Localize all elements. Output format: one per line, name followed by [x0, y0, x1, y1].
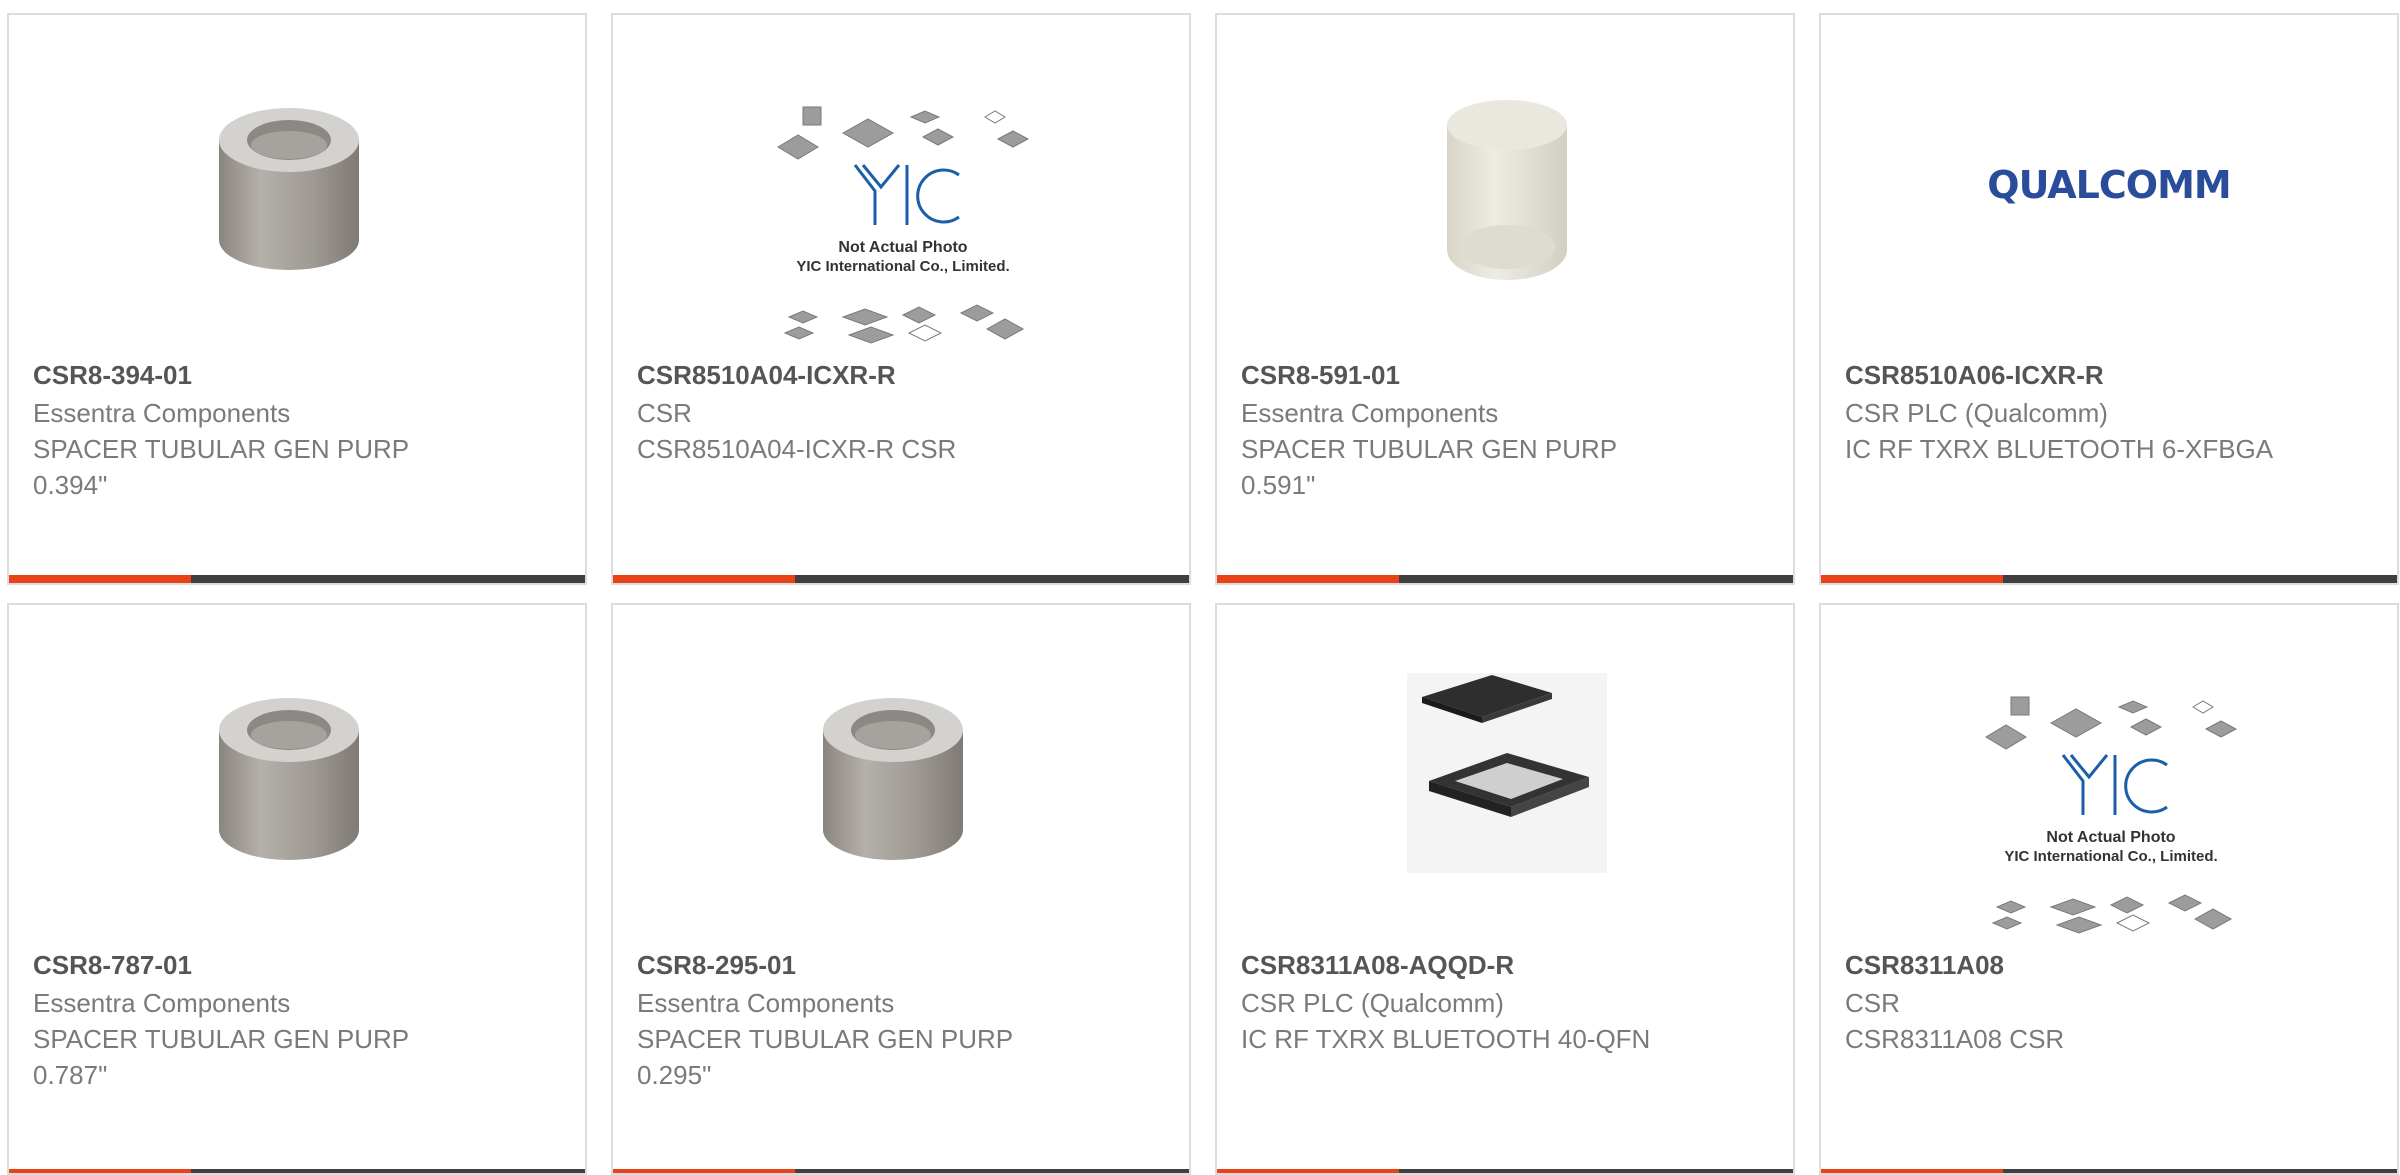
description: CSR8311A08 CSR	[1845, 1024, 2065, 1054]
product-card[interactable]: Not Actual Photo YIC International Co., …	[611, 13, 1191, 585]
card-bottom-bar	[1217, 575, 1793, 583]
spacer-image	[219, 108, 359, 270]
yic-placeholder-image: Not Actual Photo YIC International Co., …	[1985, 696, 2238, 934]
description: SPACER TUBULAR GEN PURP 0.295"	[637, 1024, 1013, 1091]
product-card[interactable]: CSR8-787-01 Essentra Components SPACER T…	[7, 603, 587, 1175]
product-image[interactable]	[1217, 605, 1793, 945]
yic-placeholder-image: Not Actual Photo YIC International Co., …	[777, 106, 1030, 344]
part-number[interactable]: CSR8-787-01	[33, 947, 192, 983]
card-accent-bar	[9, 1169, 191, 1173]
part-number[interactable]: CSR8-295-01	[637, 947, 796, 983]
product-grid: CSR8-394-01 Essentra Components SPACER T…	[0, 0, 2400, 1175]
part-number[interactable]: CSR8311A08-AQQD-R	[1241, 947, 1514, 983]
product-card[interactable]: CSR8-591-01 Essentra Components SPACER T…	[1215, 13, 1795, 585]
part-number[interactable]: CSR8510A04-ICXR-R	[637, 357, 896, 393]
qualcomm-logo: QUALCOMM	[1987, 163, 2231, 207]
spacer-image	[823, 698, 963, 860]
description: SPACER TUBULAR GEN PURP 0.787"	[33, 1024, 409, 1091]
part-number[interactable]: CSR8-591-01	[1241, 357, 1400, 393]
card-accent-bar	[1217, 1169, 1399, 1173]
product-image[interactable]: Not Actual Photo YIC International Co., …	[1821, 605, 2397, 945]
product-image[interactable]	[1217, 15, 1793, 355]
description: SPACER TUBULAR GEN PURP 0.394"	[33, 434, 409, 501]
card-bottom-bar	[9, 1169, 585, 1173]
card-accent-bar	[9, 575, 191, 583]
product-card[interactable]: QUALCOMM CSR8510A06-ICXR-R CSR PLC (Qual…	[1819, 13, 2399, 585]
spacer-image	[1447, 100, 1567, 280]
product-card[interactable]: CSR8-394-01 Essentra Components SPACER T…	[7, 13, 587, 585]
card-accent-bar	[1821, 1169, 2003, 1173]
product-image[interactable]: Not Actual Photo YIC International Co., …	[613, 15, 1189, 355]
card-accent-bar	[1821, 575, 2003, 583]
card-bottom-bar	[9, 575, 585, 583]
product-image[interactable]	[613, 605, 1189, 945]
product-card[interactable]: Not Actual Photo YIC International Co., …	[1819, 603, 2399, 1175]
part-number[interactable]: CSR8311A08	[1845, 947, 2004, 983]
part-number[interactable]: CSR8-394-01	[33, 357, 192, 393]
description: SPACER TUBULAR GEN PURP 0.591"	[1241, 434, 1617, 501]
description: IC RF TXRX BLUETOOTH 40-QFN	[1241, 1024, 1651, 1054]
manufacturer: Essentra Components	[33, 398, 291, 428]
product-image[interactable]	[9, 15, 585, 355]
card-bottom-bar	[1821, 575, 2397, 583]
card-bottom-bar	[1217, 1169, 1793, 1173]
manufacturer: CSR PLC (Qualcomm)	[1845, 398, 2108, 428]
qfn-chip-image	[1407, 673, 1607, 873]
product-image[interactable]: QUALCOMM	[1821, 15, 2397, 355]
manufacturer: Essentra Components	[33, 988, 291, 1018]
card-bottom-bar	[613, 575, 1189, 583]
image-caption: YIC International Co., Limited.	[2004, 848, 2217, 865]
image-caption: Not Actual Photo	[838, 239, 967, 256]
product-card[interactable]: CSR8-295-01 Essentra Components SPACER T…	[611, 603, 1191, 1175]
image-caption: YIC International Co., Limited.	[796, 258, 1009, 275]
manufacturer: Essentra Components	[637, 988, 895, 1018]
card-bottom-bar	[1821, 1169, 2397, 1173]
spacer-image	[219, 698, 359, 860]
card-accent-bar	[1217, 575, 1399, 583]
image-caption: Not Actual Photo	[2046, 829, 2175, 846]
manufacturer: CSR	[1845, 988, 1900, 1018]
manufacturer: Essentra Components	[1241, 398, 1499, 428]
manufacturer: CSR PLC (Qualcomm)	[1241, 988, 1504, 1018]
product-image[interactable]	[9, 605, 585, 945]
part-number[interactable]: CSR8510A06-ICXR-R	[1845, 357, 2104, 393]
description: IC RF TXRX BLUETOOTH 6-XFBGA	[1845, 434, 2274, 464]
manufacturer: CSR	[637, 398, 692, 428]
card-bottom-bar	[613, 1169, 1189, 1173]
card-accent-bar	[613, 575, 795, 583]
description: CSR8510A04-ICXR-R CSR	[637, 434, 957, 464]
product-card[interactable]: CSR8311A08-AQQD-R CSR PLC (Qualcomm) IC …	[1215, 603, 1795, 1175]
card-accent-bar	[613, 1169, 795, 1173]
